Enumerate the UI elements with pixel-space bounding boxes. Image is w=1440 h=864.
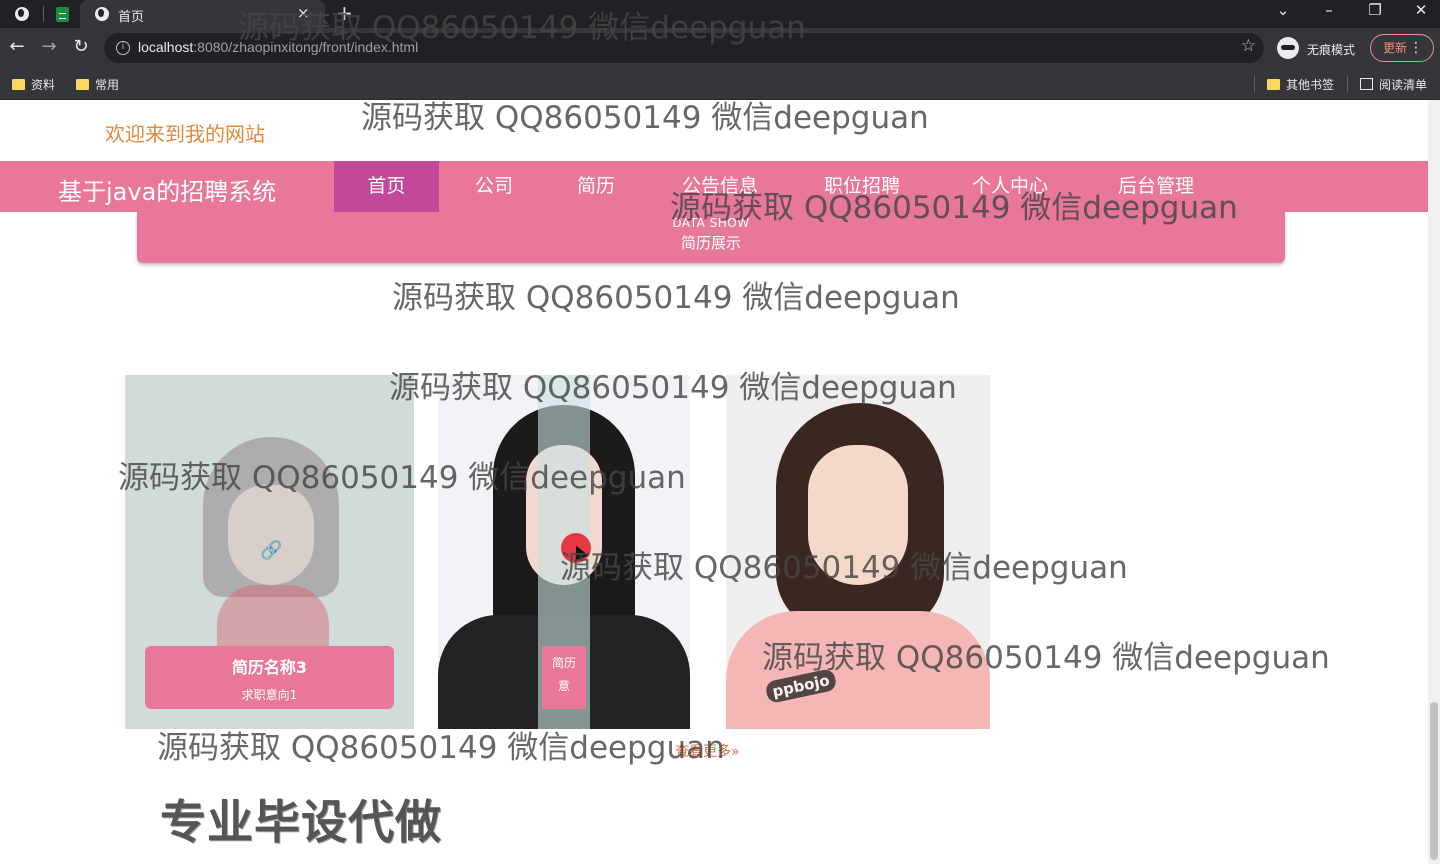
resume-intent: 求职意向1 — [241, 688, 298, 702]
close-window-icon[interactable]: ✕ — [1406, 1, 1436, 19]
tab-title: 首页 — [118, 9, 145, 24]
menu-dots-icon[interactable]: ⋮ — [1409, 35, 1423, 61]
browser-toolbar: ← → ↻ i localhost:8080/zhaopinxitong/fro… — [0, 28, 1440, 68]
resume-card-label[interactable]: 简历名称3 求职意向1 — [145, 646, 394, 709]
resume-intent: 意 — [557, 679, 570, 693]
reading-list-icon — [1360, 78, 1373, 90]
reading-list[interactable]: 阅读清单 — [1360, 74, 1427, 94]
minimize-icon[interactable]: – — [1314, 1, 1344, 19]
update-button[interactable]: 更新 ⋮ — [1370, 34, 1434, 62]
photo-shirt — [726, 611, 990, 729]
avatar-face — [228, 485, 314, 585]
url-text[interactable]: localhost:8080/zhaopinxitong/front/index… — [138, 39, 418, 55]
resume-card-label[interactable]: 简历 意 — [542, 646, 586, 709]
folder-icon — [1267, 78, 1280, 90]
reading-list-label: 阅读清单 — [1379, 77, 1428, 92]
view-more-link[interactable]: 查看更多» — [675, 741, 740, 761]
resume-name: 简历名称3 — [231, 658, 308, 677]
reload-icon[interactable]: ↻ — [70, 36, 92, 58]
update-label: 更新 — [1383, 41, 1408, 55]
bookmark-star-icon[interactable]: ☆ — [1241, 36, 1256, 56]
address-bar[interactable]: i localhost:8080/zhaopinxitong/front/ind… — [104, 33, 1264, 63]
globe-icon[interactable] — [12, 4, 32, 24]
other-bookmarks-label: 其他书签 — [1286, 77, 1335, 92]
section-title-cn: 简历展示 — [680, 234, 741, 252]
active-tab[interactable] — [80, 0, 325, 28]
section-header: DATA SHOW 简历展示 — [137, 212, 1285, 263]
back-arrow-icon[interactable]: ← — [6, 36, 28, 58]
site-navbar: 基于java的招聘系统 首页 公司 简历 公告信息 职位招聘 个人中心 后台管理 — [0, 161, 1428, 212]
nav-profile[interactable]: 个人中心 — [950, 161, 1070, 212]
welcome-text: 欢迎来到我的网站 — [105, 122, 265, 146]
bookmark-label: 常用 — [95, 77, 120, 92]
nav-admin[interactable]: 后台管理 — [1096, 161, 1216, 212]
other-bookmarks[interactable]: 其他书签 — [1267, 74, 1334, 94]
photo-face — [808, 445, 908, 585]
sheets-icon[interactable] — [52, 4, 72, 24]
resume-card[interactable]: 🔗 简历名称3 求职意向1 — [125, 375, 414, 729]
scrollbar-thumb[interactable] — [1430, 702, 1438, 860]
resume-name: 简历 — [551, 656, 576, 670]
folder-icon — [76, 78, 89, 90]
bookmark-folder-ziliao[interactable]: 资料 — [12, 74, 55, 94]
tab-close-icon[interactable]: × — [297, 4, 310, 22]
page-viewport: 欢迎来到我的网站 基于java的招聘系统 首页 公司 简历 公告信息 职位招聘 … — [0, 100, 1440, 864]
tab-favicon-globe-icon — [92, 4, 112, 24]
bookmark-folder-changyong[interactable]: 常用 — [76, 74, 119, 94]
site-info-icon[interactable]: i — [116, 41, 130, 55]
bookmark-divider — [1254, 76, 1255, 92]
nav-company[interactable]: 公司 — [444, 161, 544, 212]
resume-card[interactable]: ppbojo — [726, 375, 990, 729]
bookmark-label: 资料 — [31, 77, 56, 92]
tab-search-chevron-icon[interactable]: ⌄ — [1268, 1, 1298, 19]
folder-icon — [12, 78, 25, 90]
restore-icon[interactable]: ❐ — [1360, 1, 1390, 19]
nav-notice[interactable]: 公告信息 — [660, 161, 780, 212]
ad-banner-text: 专业毕设代做 — [160, 795, 442, 849]
nav-jobs[interactable]: 职位招聘 — [802, 161, 922, 212]
resume-card[interactable]: 简历 意 — [438, 375, 690, 729]
browser-tab-strip: 首页 × + ⌄ – ❐ ✕ — [0, 0, 1440, 28]
bookmarks-bar: 资料 常用 其他书签 阅读清单 — [0, 68, 1440, 100]
bookmark-divider — [1347, 76, 1348, 92]
scrollbar-track[interactable] — [1428, 100, 1440, 864]
section-title-en: DATA SHOW — [672, 216, 750, 230]
site-brand[interactable]: 基于java的招聘系统 — [58, 172, 276, 207]
nav-home[interactable]: 首页 — [334, 161, 439, 212]
nav-resume[interactable]: 简历 — [548, 161, 644, 212]
incognito-label: 无痕模式 — [1307, 43, 1356, 57]
new-tab-icon[interactable]: + — [336, 1, 353, 25]
tab-divider — [43, 6, 44, 22]
link-icon[interactable]: 🔗 — [260, 540, 282, 561]
incognito-icon[interactable] — [1277, 37, 1299, 59]
forward-arrow-icon[interactable]: → — [38, 36, 60, 58]
